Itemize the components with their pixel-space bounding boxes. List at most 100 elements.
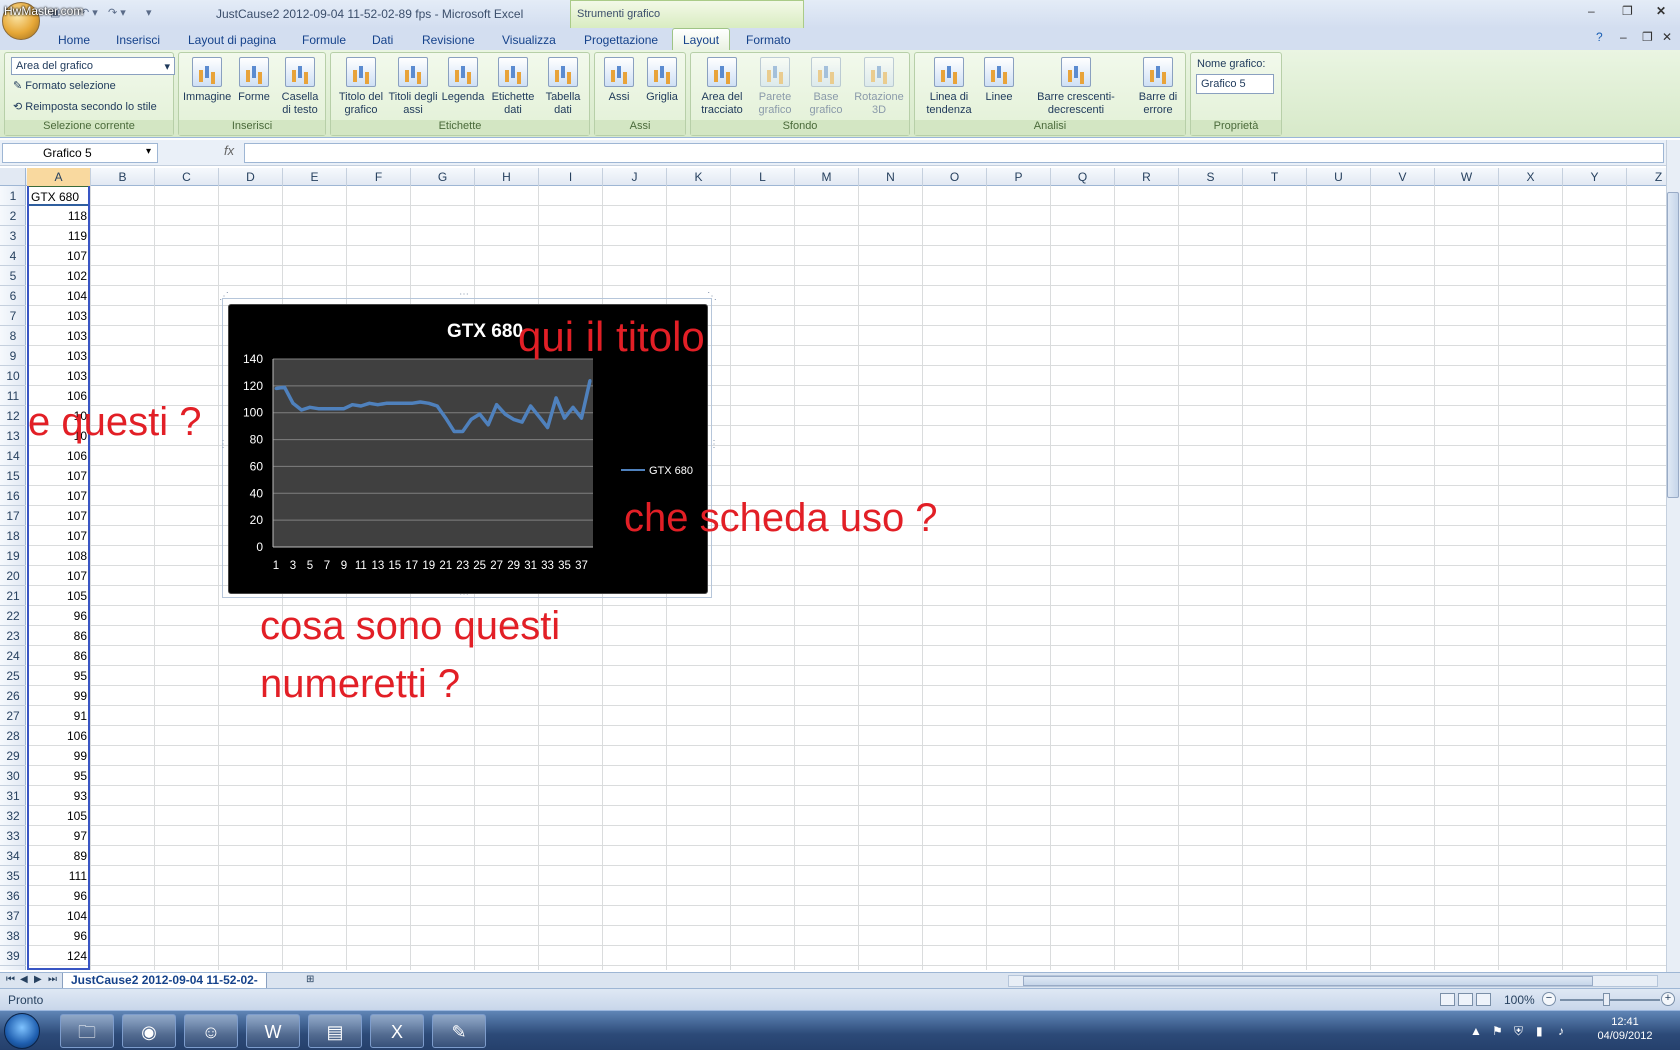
column-header-j[interactable]: J [603,168,667,186]
row-header-24[interactable]: 24 [0,646,26,666]
cell-a36[interactable]: 96 [27,886,90,906]
column-header-t[interactable]: T [1243,168,1307,186]
chart-name-input[interactable]: Grafico 5 [1196,74,1274,94]
row-header-19[interactable]: 19 [0,546,26,566]
column-header-x[interactable]: X [1499,168,1563,186]
row-header-31[interactable]: 31 [0,786,26,806]
data-point[interactable] [299,408,303,412]
network-icon[interactable]: ▮ [1536,1024,1543,1038]
casella-di-testo-button[interactable]: Casella di testo [277,57,323,117]
excel-icon[interactable]: X [370,1014,424,1048]
format-selection-button[interactable]: ✎ Formato selezione [13,79,116,92]
data-point[interactable] [478,412,482,416]
resize-handle[interactable]: ⋮ [218,439,228,450]
cell-a30[interactable]: 95 [27,766,90,786]
data-point[interactable] [282,385,286,389]
doc-restore-icon[interactable]: ❐ [1642,30,1653,44]
column-header-b[interactable]: B [91,168,155,186]
data-point[interactable] [359,404,363,408]
zoom-in-icon[interactable]: + [1661,992,1675,1006]
cell-a21[interactable]: 105 [27,586,90,606]
cell-a27[interactable]: 91 [27,706,90,726]
first-sheet-icon[interactable]: ⏮ [6,974,15,985]
cell-a31[interactable]: 93 [27,786,90,806]
data-point[interactable] [537,415,541,419]
column-header-r[interactable]: R [1115,168,1179,186]
column-header-n[interactable]: N [859,168,923,186]
row-header-6[interactable]: 6 [0,286,26,306]
cell-a18[interactable]: 107 [27,526,90,546]
resize-handle[interactable]: ⋱ [707,291,717,302]
column-header-f[interactable]: F [347,168,411,186]
assi-button[interactable]: Assi [599,57,639,104]
tab-progettazione[interactable]: Progettazione [576,31,666,49]
row-header-2[interactable]: 2 [0,206,26,226]
page-layout-view-button[interactable] [1458,993,1473,1006]
row-header-12[interactable]: 12 [0,406,26,426]
chart-element-dropdown[interactable]: Area del grafico ▾ [11,57,175,75]
column-header-d[interactable]: D [219,168,283,186]
start-button[interactable] [4,1013,40,1049]
prev-sheet-icon[interactable]: ◀ [20,974,28,985]
cell-a20[interactable]: 107 [27,566,90,586]
customize-toolbar-icon[interactable]: ▾ [146,6,152,19]
cell-a5[interactable]: 102 [27,266,90,286]
column-header-q[interactable]: Q [1051,168,1115,186]
data-point[interactable] [580,416,584,420]
column-header-k[interactable]: K [667,168,731,186]
zoom-out-icon[interactable]: − [1542,992,1556,1006]
cell-a26[interactable]: 99 [27,686,90,706]
security-icon[interactable]: ⛨ [1514,1024,1523,1039]
cell-a22[interactable]: 96 [27,606,90,626]
data-point[interactable] [452,430,456,434]
linee-button[interactable]: Linee [979,57,1019,104]
row-header-27[interactable]: 27 [0,706,26,726]
row-header-9[interactable]: 9 [0,346,26,366]
row-header-15[interactable]: 15 [0,466,26,486]
column-header-u[interactable]: U [1307,168,1371,186]
column-header-l[interactable]: L [731,168,795,186]
row-header-8[interactable]: 8 [0,326,26,346]
area-tracciato-button[interactable]: Area del tracciato [695,57,749,117]
fx-icon[interactable]: fx [224,143,234,158]
column-header-y[interactable]: Y [1563,168,1627,186]
page-break-view-button[interactable] [1476,993,1491,1006]
barre-errore-button[interactable]: Barre di errore [1133,57,1183,117]
data-point[interactable] [554,396,558,400]
select-all-corner[interactable] [0,168,26,186]
titolo-grafico-button[interactable]: Titolo del grafico [335,57,387,117]
column-header-o[interactable]: O [923,168,987,186]
legend-entry[interactable]: GTX 680 [649,465,693,477]
column-header-a[interactable]: A [27,168,91,186]
row-header-11[interactable]: 11 [0,386,26,406]
resize-handle[interactable]: ⋮ [709,439,719,450]
column-header-w[interactable]: W [1435,168,1499,186]
row-header-21[interactable]: 21 [0,586,26,606]
data-point[interactable] [546,425,550,429]
show-hidden-icons-icon[interactable]: ▲ [1470,1024,1482,1038]
data-point[interactable] [342,407,346,411]
parete-grafico-button[interactable]: Parete grafico [749,57,801,117]
row-header-39[interactable]: 39 [0,946,26,966]
cell-a4[interactable]: 107 [27,246,90,266]
row-header-30[interactable]: 30 [0,766,26,786]
cell-a25[interactable]: 95 [27,666,90,686]
data-point[interactable] [308,405,312,409]
cell-a6[interactable]: 104 [27,286,90,306]
column-header-v[interactable]: V [1371,168,1435,186]
insert-sheet-icon[interactable]: ⊞ [306,974,314,985]
etichette-dati-button[interactable]: Etichette dati [487,57,539,117]
cell-a9[interactable]: 103 [27,346,90,366]
column-header-g[interactable]: G [411,168,475,186]
titoli-assi-button[interactable]: Titoli degli assi [387,57,439,117]
row-header-18[interactable]: 18 [0,526,26,546]
rotazione-3d-button[interactable]: Rotazione 3D [851,57,907,117]
data-point[interactable] [444,416,448,420]
row-header-23[interactable]: 23 [0,626,26,646]
tab-formato[interactable]: Formato [738,31,799,49]
monitor-app-icon[interactable]: ▤ [308,1014,362,1048]
doc-close-icon[interactable]: ✕ [1662,30,1672,44]
column-header-p[interactable]: P [987,168,1051,186]
next-sheet-icon[interactable]: ▶ [34,974,42,985]
close-icon[interactable]: ✕ [1656,4,1666,18]
